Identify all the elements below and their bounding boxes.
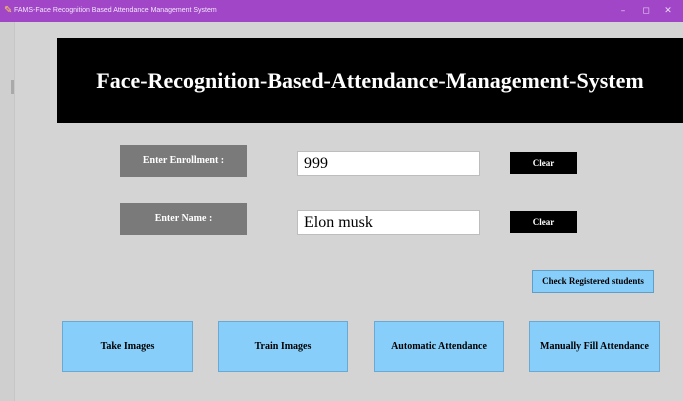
- enrollment-label: Enter Enrollment :: [120, 145, 247, 177]
- clear-name-button[interactable]: Clear: [510, 211, 577, 233]
- window-title: FAMS-Face Recognition Based Attendance M…: [14, 7, 217, 14]
- name-label: Enter Name :: [120, 203, 247, 235]
- train-images-button[interactable]: Train Images: [218, 321, 348, 372]
- enrollment-input[interactable]: [297, 151, 480, 176]
- maximize-button[interactable]: ◻: [636, 4, 656, 18]
- manual-attendance-button[interactable]: Manually Fill Attendance: [529, 321, 660, 372]
- page-title: Face-Recognition-Based-Attendance-Manage…: [96, 68, 644, 93]
- window-left-edge: [0, 22, 15, 401]
- header-banner: Face-Recognition-Based-Attendance-Manage…: [57, 38, 683, 123]
- check-registered-students-button[interactable]: Check Registered students: [532, 270, 654, 293]
- title-bar[interactable]: ✎ FAMS-Face Recognition Based Attendance…: [0, 0, 683, 22]
- name-input[interactable]: [297, 210, 480, 235]
- minimize-button[interactable]: –: [613, 4, 633, 18]
- app-window: ✎ FAMS-Face Recognition Based Attendance…: [0, 0, 683, 401]
- clear-enrollment-button[interactable]: Clear: [510, 152, 577, 174]
- automatic-attendance-button[interactable]: Automatic Attendance: [374, 321, 504, 372]
- close-button[interactable]: ✕: [658, 4, 678, 18]
- feather-icon: ✎: [4, 5, 13, 16]
- left-edge-marker: [11, 80, 14, 94]
- take-images-button[interactable]: Take Images: [62, 321, 193, 372]
